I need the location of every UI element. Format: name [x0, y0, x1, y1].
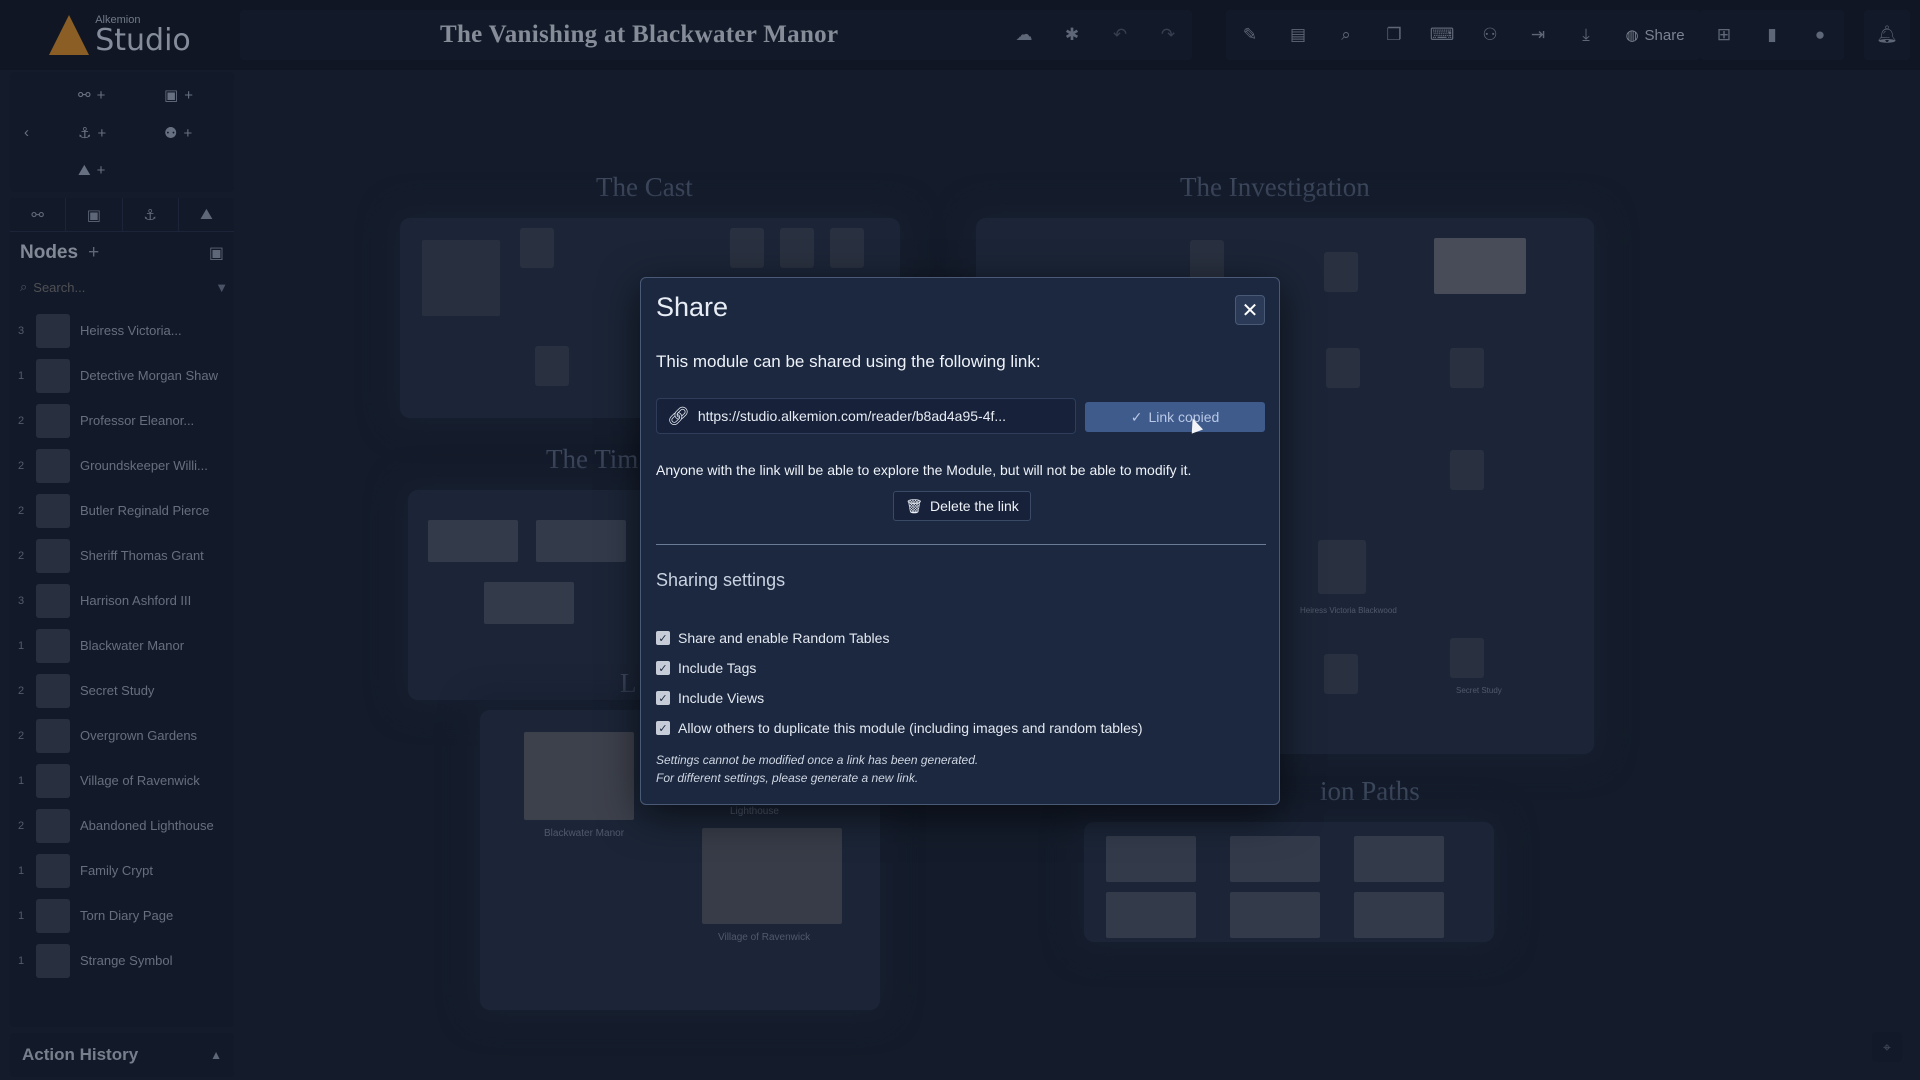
- share-dialog: Share ✕ This module can be shared using …: [640, 277, 1280, 805]
- copy-link-label: Link copied: [1148, 409, 1220, 425]
- footnote-line: Settings cannot be modified once a link …: [656, 753, 979, 767]
- setting-label: Allow others to duplicate this module (i…: [678, 720, 1143, 736]
- sharing-settings-title: Sharing settings: [656, 570, 786, 590]
- copy-link-button[interactable]: ✓ Link copied: [1085, 402, 1265, 432]
- checkbox[interactable]: ✓: [656, 661, 670, 675]
- footnote-line: For different settings, please generate …: [656, 771, 919, 785]
- delete-link-label: Delete the link: [930, 498, 1019, 514]
- share-link-field[interactable]: 🔗︎ https://studio.alkemion.com/reader/b8…: [656, 398, 1076, 434]
- share-notice: Anyone with the link will be able to exp…: [656, 462, 1192, 478]
- divider: [656, 544, 1266, 545]
- share-intro: This module can be shared using the foll…: [656, 352, 1041, 371]
- check-icon: ✓: [1130, 408, 1143, 425]
- checkbox[interactable]: ✓: [656, 721, 670, 735]
- setting-label: Share and enable Random Tables: [678, 630, 890, 646]
- setting-include-tags[interactable]: ✓ Include Tags: [656, 660, 756, 676]
- share-link-url[interactable]: https://studio.alkemion.com/reader/b8ad4…: [698, 408, 1006, 424]
- setting-label: Include Views: [678, 690, 765, 706]
- dialog-title: Share: [656, 292, 729, 322]
- delete-link-button[interactable]: 🗑︎ Delete the link: [893, 491, 1031, 521]
- link-icon: 🔗︎: [667, 405, 690, 426]
- settings-footnote: Settings cannot be modified once a link …: [656, 751, 978, 787]
- checkbox[interactable]: ✓: [656, 691, 670, 705]
- setting-random-tables[interactable]: ✓ Share and enable Random Tables: [656, 630, 889, 646]
- close-button[interactable]: ✕: [1235, 295, 1265, 325]
- setting-allow-duplicate[interactable]: ✓ Allow others to duplicate this module …: [656, 720, 1143, 736]
- setting-label: Include Tags: [678, 660, 757, 676]
- setting-include-views[interactable]: ✓ Include Views: [656, 690, 764, 706]
- close-icon: ✕: [1241, 299, 1259, 322]
- checkbox[interactable]: ✓: [656, 631, 670, 645]
- trash-icon: 🗑︎: [905, 497, 924, 514]
